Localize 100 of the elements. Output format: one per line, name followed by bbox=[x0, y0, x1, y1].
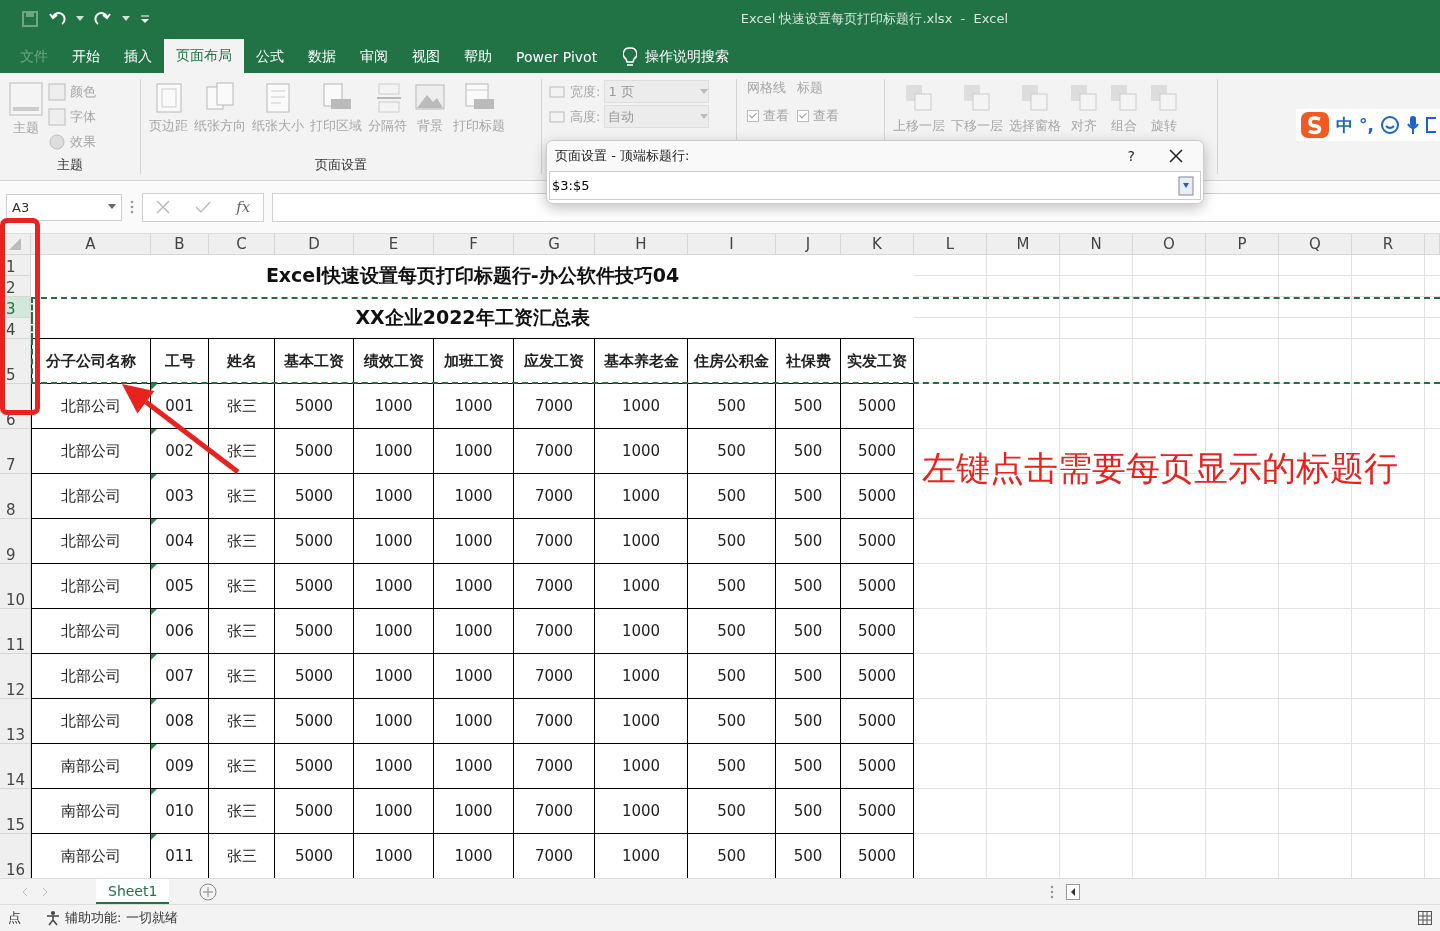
column-header[interactable]: E bbox=[354, 234, 434, 255]
customize-icon[interactable] bbox=[140, 13, 150, 24]
ribbon-tab[interactable]: 视图 bbox=[400, 40, 452, 73]
table-cell: 5000 bbox=[275, 654, 354, 699]
add-sheet-icon[interactable] bbox=[199, 882, 218, 901]
row-header[interactable]: 16 bbox=[0, 834, 31, 878]
column-header[interactable]: A bbox=[31, 234, 151, 255]
column-heading: 实发工资 bbox=[841, 339, 914, 384]
normal-view-icon[interactable] bbox=[1418, 911, 1432, 925]
column-header[interactable]: I bbox=[688, 234, 776, 255]
ribbon-tab[interactable]: 数据 bbox=[296, 40, 348, 73]
table-cell: 5000 bbox=[841, 429, 914, 474]
table-cell: 7000 bbox=[514, 609, 595, 654]
close-icon[interactable] bbox=[1169, 149, 1183, 163]
table-cell: 1000 bbox=[434, 519, 514, 564]
table-cell: 1000 bbox=[354, 654, 434, 699]
table-cell: 1000 bbox=[434, 654, 514, 699]
more-icon bbox=[1050, 884, 1054, 899]
table-cell: 北部公司 bbox=[31, 429, 151, 474]
table-cell: 张三 bbox=[209, 519, 275, 564]
tell-me-search[interactable]: 操作说明搜索 bbox=[645, 47, 730, 66]
row-header[interactable]: 7 bbox=[0, 429, 31, 474]
column-header[interactable]: C bbox=[209, 234, 275, 255]
row-header[interactable]: 9 bbox=[0, 519, 31, 564]
table-cell: 5000 bbox=[841, 789, 914, 834]
range-input[interactable]: $3:$5 bbox=[549, 171, 1201, 200]
column-header[interactable]: G bbox=[514, 234, 595, 255]
accessibility-status[interactable]: 辅助功能: 一切就绪 bbox=[65, 909, 178, 927]
option-title: 网格线 bbox=[747, 79, 787, 97]
effects-icon bbox=[48, 132, 66, 151]
dialog-title: 页面设置 - 顶端标题行: bbox=[555, 147, 690, 165]
group-label: 主题 bbox=[57, 156, 83, 174]
table-cell: 500 bbox=[688, 519, 776, 564]
table-cell: 张三 bbox=[209, 609, 275, 654]
table-cell: 1000 bbox=[595, 474, 688, 519]
table-cell: 1000 bbox=[434, 384, 514, 429]
table-cell: 5000 bbox=[275, 519, 354, 564]
table-cell: 1000 bbox=[595, 384, 688, 429]
column-header[interactable]: J bbox=[776, 234, 841, 255]
column-header[interactable]: D bbox=[275, 234, 354, 255]
row-header[interactable]: 10 bbox=[0, 564, 31, 609]
table-cell: 500 bbox=[776, 519, 841, 564]
table-cell: 1000 bbox=[595, 744, 688, 789]
row-header[interactable]: 14 bbox=[0, 744, 31, 789]
table-cell: 张三 bbox=[209, 744, 275, 789]
sheet-tab[interactable]: Sheet1 bbox=[96, 879, 170, 904]
column-header[interactable]: F bbox=[434, 234, 514, 255]
table-cell: 1000 bbox=[354, 429, 434, 474]
table-cell: 1000 bbox=[434, 699, 514, 744]
column-header[interactable]: N bbox=[1060, 234, 1133, 255]
ribbon-tab[interactable]: 帮助 bbox=[452, 40, 504, 73]
column-header[interactable]: Q bbox=[1279, 234, 1352, 255]
insert-function-button[interactable]: fx bbox=[236, 198, 251, 216]
column-heading: 分子公司名称 bbox=[31, 339, 151, 384]
table-cell: 1000 bbox=[595, 564, 688, 609]
table-cell: 7000 bbox=[514, 384, 595, 429]
row-header[interactable]: 12 bbox=[0, 654, 31, 699]
table-cell: 7000 bbox=[514, 519, 595, 564]
row-header[interactable]: 8 bbox=[0, 474, 31, 519]
table-cell: 500 bbox=[688, 564, 776, 609]
column-header[interactable]: B bbox=[151, 234, 209, 255]
check-icon[interactable] bbox=[195, 200, 211, 214]
column-header[interactable]: P bbox=[1206, 234, 1279, 255]
table-cell: 7000 bbox=[514, 474, 595, 519]
column-heading: 姓名 bbox=[209, 339, 275, 384]
column-heading: 绩效工资 bbox=[354, 339, 434, 384]
row-header[interactable]: 15 bbox=[0, 789, 31, 834]
ribbon-tab[interactable]: Power Pivot bbox=[504, 40, 610, 73]
column-header[interactable]: K bbox=[841, 234, 914, 255]
collapse-dialog-icon[interactable] bbox=[1178, 175, 1194, 196]
ribbon-tab[interactable]: 审阅 bbox=[348, 40, 400, 73]
column-header[interactable]: L bbox=[914, 234, 987, 255]
table-cell: 1000 bbox=[434, 744, 514, 789]
column-heading: 基本养老金 bbox=[595, 339, 688, 384]
scroll-left-icon[interactable] bbox=[1066, 883, 1080, 900]
table-cell: 1000 bbox=[354, 384, 434, 429]
save-icon[interactable] bbox=[22, 10, 38, 27]
column-header[interactable]: R bbox=[1352, 234, 1425, 255]
help-button[interactable]: ? bbox=[1127, 148, 1135, 164]
column-header[interactable]: M bbox=[987, 234, 1060, 255]
table-cell: 5000 bbox=[841, 654, 914, 699]
table-cell: 500 bbox=[776, 384, 841, 429]
corner-triangle-icon bbox=[8, 237, 22, 251]
column-header[interactable]: H bbox=[595, 234, 688, 255]
column-heading: 工号 bbox=[151, 339, 209, 384]
table-cell: 5000 bbox=[841, 564, 914, 609]
ribbon-tab[interactable]: 公式 bbox=[244, 40, 296, 73]
ribbon-tab[interactable]: 插入 bbox=[112, 40, 164, 73]
table-cell: 500 bbox=[776, 429, 841, 474]
redo-icon[interactable] bbox=[94, 10, 112, 27]
name-box[interactable]: A3 bbox=[6, 193, 122, 221]
table-cell: 1000 bbox=[354, 789, 434, 834]
ribbon-tab[interactable]: 页面布局 bbox=[164, 39, 244, 73]
row-header[interactable]: 11 bbox=[0, 609, 31, 654]
table-cell: 张三 bbox=[209, 384, 275, 429]
themes-icon bbox=[8, 81, 44, 117]
undo-icon[interactable] bbox=[48, 10, 66, 27]
row-header[interactable]: 13 bbox=[0, 699, 31, 744]
column-header[interactable]: O bbox=[1133, 234, 1206, 255]
ribbon-tab[interactable]: 开始 bbox=[60, 40, 112, 73]
